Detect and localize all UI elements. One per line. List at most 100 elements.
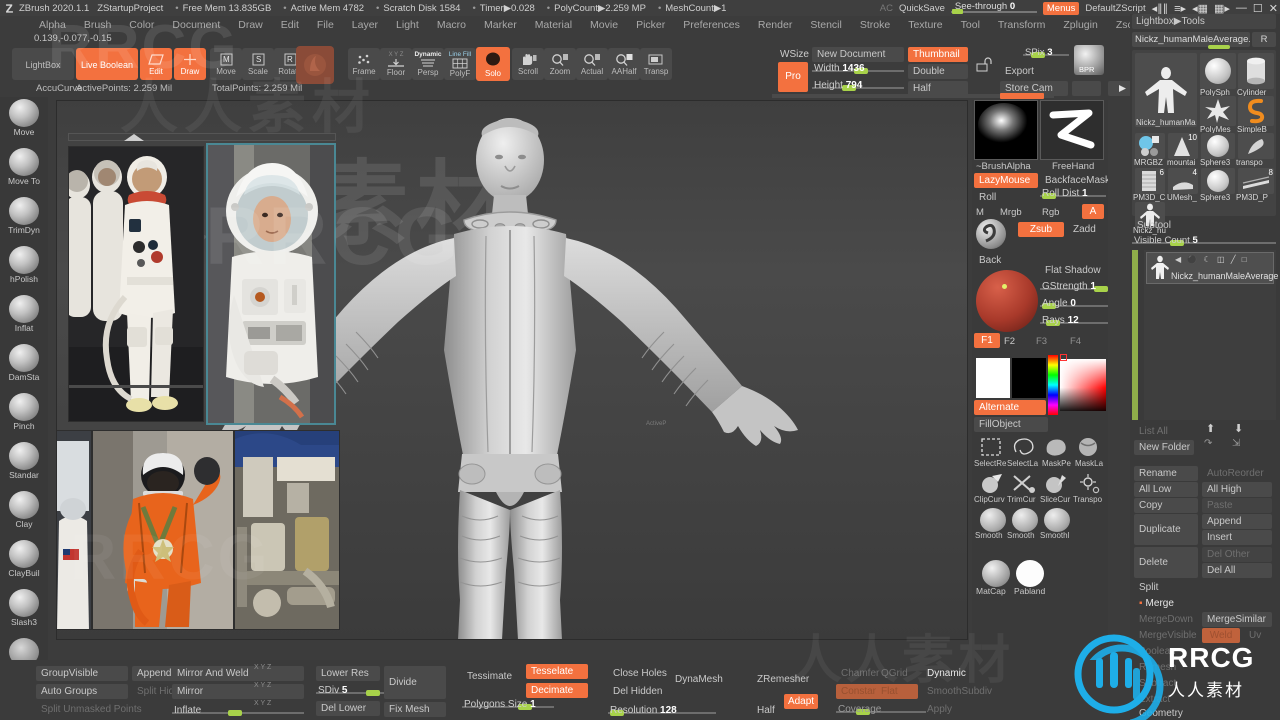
folder-out-icon[interactable]: ⇲ (1232, 438, 1240, 449)
actual-button[interactable]: Actual (576, 48, 608, 80)
mask-pen-icon[interactable] (1042, 436, 1070, 460)
persp-button[interactable]: Dynamic Persp (412, 48, 444, 80)
mirror-button[interactable]: Mirror (172, 684, 304, 699)
subtool-list-item[interactable]: ◀ ⚫ ☾ ◫ ╱ □ Nickz_humanMaleAverage (1146, 252, 1278, 284)
active-tool-thumbnail[interactable] (296, 46, 334, 84)
tool-thumb-sphere3d[interactable] (1201, 133, 1235, 159)
polygons-size-slider[interactable]: Polygons Size 1 (462, 698, 554, 710)
menu-item-material[interactable]: Material (526, 19, 581, 31)
flat-button[interactable]: Flat (876, 684, 918, 699)
del-lower-button[interactable]: Del Lower (316, 701, 380, 716)
primary-color-swatch[interactable] (976, 358, 1010, 398)
decimate-button[interactable]: Decimate (526, 683, 588, 698)
matcap-icon[interactable] (982, 560, 1010, 587)
delete-button[interactable]: Delete (1134, 547, 1198, 578)
del-all-button[interactable]: Del All (1202, 563, 1272, 578)
resolution-slider[interactable]: Resolution 128 (608, 704, 716, 716)
subtool-row-icons[interactable]: ◀ ⚫ ☾ ◫ ╱ □ (1175, 255, 1249, 264)
tool-thumb-pm3d-cube[interactable]: 6 (1135, 168, 1165, 194)
qgrid-label[interactable]: QGrid (876, 666, 918, 681)
menu-item-tool[interactable]: Tool (952, 19, 989, 31)
quicksave-button[interactable]: QuickSave (899, 3, 945, 14)
edit-button[interactable]: Edit (140, 48, 172, 80)
mirror-axis-2[interactable]: X Y Z (254, 682, 271, 689)
ac-button[interactable]: AC (880, 3, 893, 14)
tessimate-label[interactable]: Tessimate (462, 666, 522, 688)
aahalf-button[interactable]: AAHalf (608, 48, 640, 80)
merge-similar-button[interactable]: MergeSimilar (1202, 612, 1272, 627)
scale-button[interactable]: S Scale (242, 48, 274, 80)
visible-count-slider[interactable]: Visible Count 5 (1132, 234, 1276, 246)
brush-preview-sphere[interactable] (976, 219, 1006, 249)
height-slider[interactable]: Height 794 (812, 79, 904, 91)
zscript-label[interactable]: DefaultZScript (1085, 3, 1145, 14)
tool-thumb-sphere3d-2[interactable] (1201, 168, 1235, 194)
a-toggle[interactable]: A (1082, 204, 1104, 219)
menu-item-picker[interactable]: Picker (627, 19, 674, 31)
rays-slider[interactable]: Rays 12 (1040, 314, 1108, 326)
fix-mesh-button[interactable]: Fix Mesh (384, 702, 446, 717)
del-hidden-button[interactable]: Del Hidden (608, 684, 678, 699)
tool-thumb-umesh[interactable]: 4 (1168, 168, 1198, 194)
menu-item-zplugin[interactable]: Zplugin (1054, 19, 1106, 31)
brush-item-pinch[interactable]: Pinch (0, 391, 48, 440)
auto-reorder-button[interactable]: AutoReorder (1202, 466, 1272, 481)
fill-object-button[interactable]: FillObject (974, 417, 1048, 432)
brush-item-trimdyn[interactable]: TrimDyn (0, 195, 48, 244)
mrgb-toggle[interactable]: Mrgb (1000, 207, 1022, 218)
list-all-button[interactable]: List All (1134, 424, 1194, 439)
menu-item-color[interactable]: Color (120, 19, 163, 31)
polyf-button[interactable]: Line Fill PolyF (444, 48, 476, 80)
roll-button[interactable]: Roll (974, 190, 1018, 205)
arrow-up-icon[interactable]: ⬆ (1206, 422, 1215, 435)
light-f4-button[interactable]: F4 (1070, 336, 1081, 347)
smooth-icon[interactable] (980, 508, 1006, 532)
frame-button[interactable]: Frame (348, 48, 380, 80)
merge-down-button[interactable]: MergeDown (1134, 612, 1200, 627)
menu-item-texture[interactable]: Texture (899, 19, 951, 31)
light-f1-button[interactable]: F1 (974, 333, 1000, 348)
append-button[interactable]: Append (1202, 514, 1272, 529)
menu-item-file[interactable]: File (308, 19, 343, 31)
document-canvas[interactable]: 人人素材 (56, 100, 968, 640)
del-other-button[interactable]: Del Other (1202, 547, 1272, 562)
color-picker[interactable] (1048, 354, 1106, 415)
menu-item-marker[interactable]: Marker (475, 19, 526, 31)
mask-lasso-icon[interactable] (1074, 436, 1102, 460)
material-preview-sphere[interactable] (976, 270, 1038, 332)
sv-square[interactable] (1060, 359, 1106, 411)
menu-item-brush[interactable]: Brush (75, 19, 120, 31)
r-button[interactable]: R (1252, 32, 1276, 47)
coverage-slider[interactable]: Coverage (836, 703, 926, 715)
rename-button[interactable]: Rename (1134, 466, 1198, 481)
move-button[interactable]: M Move (210, 48, 242, 80)
menu-item-edit[interactable]: Edit (272, 19, 308, 31)
close-holes-button[interactable]: Close Holes (608, 666, 678, 681)
alternate-button[interactable]: Alternate (974, 400, 1046, 415)
pro-button[interactable]: Pro (778, 62, 808, 92)
menu-item-document[interactable]: Document (163, 19, 229, 31)
clip-curve-icon[interactable] (978, 472, 1006, 496)
close-button[interactable]: ✕ (1269, 2, 1278, 15)
mirror-axis-1[interactable]: X Y Z (254, 664, 271, 671)
brush-item-move[interactable]: Move (0, 97, 48, 146)
spix-slider[interactable]: SPix 3 (1023, 46, 1069, 58)
adapt-button[interactable]: Adapt (784, 694, 818, 709)
doc-scrollbar-thumb[interactable] (1000, 93, 1044, 99)
apply-button[interactable]: Apply (922, 702, 988, 717)
reference-image-apollo-crew[interactable] (68, 146, 204, 422)
tool-thumb-cylinder[interactable] (1238, 53, 1274, 89)
slice-curve-icon[interactable] (1042, 472, 1070, 496)
angle-slider[interactable]: Angle 0 (1040, 297, 1108, 309)
menu-item-stencil[interactable]: Stencil (801, 19, 851, 31)
smooth-subdiv-button[interactable]: SmoothSubdiv (922, 684, 996, 699)
inflate-slider[interactable]: Inflate (172, 704, 304, 716)
tool-thumb-mountain[interactable]: 10 (1168, 133, 1198, 159)
group-visible-button[interactable]: GroupVisible (36, 666, 128, 681)
brush-item-claybuildup[interactable]: ClayBuil (0, 538, 48, 587)
half-button-geo[interactable]: Half (752, 703, 782, 718)
rgb-toggle[interactable]: Rgb (1042, 207, 1059, 218)
brush-item-inflate[interactable]: Inflat (0, 293, 48, 342)
bpr-button[interactable]: BPR (1074, 45, 1104, 75)
hue-strip[interactable] (1048, 355, 1058, 415)
